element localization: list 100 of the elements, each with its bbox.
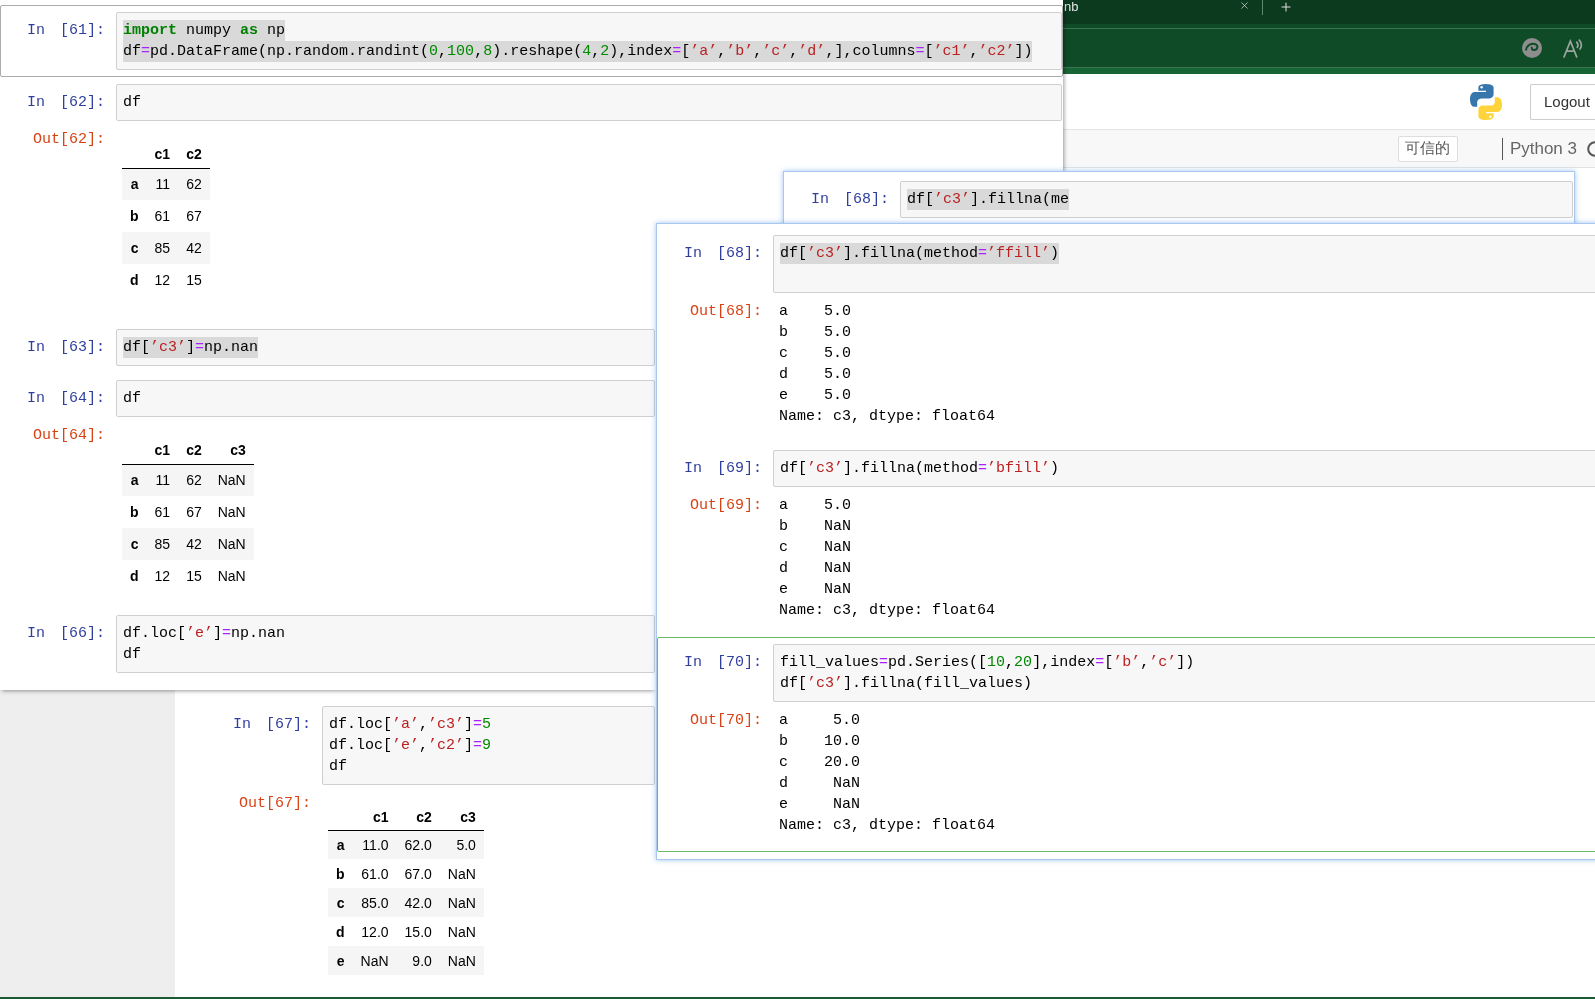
row-label: a [328,830,353,859]
output-line: Name: c3, dtype: float64 [779,601,996,621]
table-cell: 12 [146,560,179,592]
plus-icon[interactable] [1279,0,1293,14]
row-label: c [328,888,353,917]
close-icon[interactable] [1239,0,1250,11]
row-label: b [122,200,147,232]
output-prompt: Out[67]: [239,794,311,814]
logout-button[interactable]: Logout [1530,83,1595,120]
output-prompt: Out[62]: [33,130,105,150]
table-cell: 85 [146,528,179,560]
row-label: a [122,464,147,496]
code-line: df.loc[’e’,’c2’]=9 [329,736,492,756]
output-line: c NaN [779,538,851,558]
table-cell: 62 [178,168,210,200]
code-line: fill_values=pd.Series([10,20],index=[’b’,’c’]) [780,653,1195,673]
code-editor[interactable]: df.loc[’e’]=np.nan df [116,615,655,673]
table-cell: 62 [178,464,210,496]
table-cell: 61 [146,496,179,528]
code-line: df [123,645,141,665]
row-label: d [122,264,147,296]
code-line: df.loc[’e’]=np.nan [123,624,286,644]
table-cell: 61 [146,200,179,232]
output-line: d NaN [779,774,860,794]
output-line: e 5.0 [779,386,851,406]
code-editor[interactable]: df [116,380,655,417]
table-cell: 67 [178,200,210,232]
table-cell: NaN [209,528,254,560]
python-logo-icon [1470,83,1502,120]
code-line: df[’c3’].fillna(method=’bfill’) [780,459,1060,479]
output-prompt: Out[70]: [690,711,762,731]
table-cell: 12.0 [352,917,397,946]
input-prompt: In [63]: [27,338,105,358]
column-header: c3 [439,805,484,830]
table-cell: 11 [146,464,179,496]
input-prompt: In [68]: [684,244,762,264]
output-line: c 5.0 [779,344,851,364]
output-line: d 5.0 [779,365,851,385]
code-editor[interactable]: df [116,84,1062,121]
output-line: a 5.0 [779,496,851,516]
trusted-indicator[interactable]: 可信的 [1397,135,1458,162]
code-line: df [329,757,347,777]
table-cell: NaN [439,888,484,917]
table-cell: NaN [209,496,254,528]
tab-title[interactable]: nb [1064,0,1079,13]
table-cell: 42 [178,528,210,560]
table-cell: 15 [178,560,210,592]
table-cell: 9.0 [396,946,440,975]
code-line: df [123,389,141,409]
table-cell: 62.0 [396,830,440,859]
code-editor[interactable]: import numpy as np df=pd.DataFrame(np.random.randint(0,100,8).reshape(4,2),index=[’a’,’b’,’c’,’d’,],columns=[’c1’,’c2’]) [116,12,1062,70]
code-editor[interactable]: df[’c3’].fillna(me [900,181,1573,218]
table-cell: NaN [352,946,397,975]
output-line: c 20.0 [779,753,860,773]
table-cell: 61.0 [352,859,397,888]
code-line: df.loc[’a’,’c3’]=5 [329,715,492,735]
table-cell: NaN [439,946,484,975]
table-cell: NaN [439,859,484,888]
code-editor[interactable]: fill_values=pd.Series([10,20],index=[’b’,’c’]) df[’c3’].fillna(fill_values) [773,644,1595,702]
column-header: c1 [146,437,179,464]
row-label: b [328,859,353,888]
column-header: c2 [396,805,440,830]
code-editor[interactable]: df[’c3’].fillna(method=’bfill’) [773,450,1595,487]
code-editor[interactable]: df.loc[’a’,’c3’]=5 df.loc[’e’,’c2’]=9 df [322,706,655,785]
input-prompt: In [66]: [27,624,105,644]
code-line: df[’c3’].fillna(fill_values) [780,674,1033,694]
output-prompt: Out[68]: [690,302,762,322]
row-label: b [122,496,147,528]
table-cell: 42.0 [396,888,440,917]
letter-a-sound-waves-icon[interactable] [1563,38,1583,58]
output-line: e NaN [779,795,860,815]
output-line: e NaN [779,580,851,600]
table-cell: 11 [146,168,179,200]
row-label: d [328,917,353,946]
table-cell: NaN [209,464,254,496]
code-line: df [123,93,141,113]
table-cell: 15 [178,264,210,296]
table-cell: 67 [178,496,210,528]
kernel-name: Python 3 [1501,137,1577,160]
row-label: c [122,528,147,560]
input-prompt: In [67]: [233,715,311,735]
row-label: a [122,168,147,200]
code-editor[interactable]: df[’c3’].fillna(method=’ffill’) [773,235,1595,293]
table-cell: NaN [209,560,254,592]
table-cell: 5.0 [439,830,484,859]
output-prompt: Out[64]: [33,426,105,446]
input-prompt: In [68]: [811,190,889,210]
row-label: e [328,946,353,975]
code-editor[interactable]: df[’c3’]=np.nan [116,329,655,366]
table-cell: 85 [146,232,179,264]
output-line: b 10.0 [779,732,860,752]
output-line: d NaN [779,559,851,579]
table-cell: 15.0 [396,917,440,946]
table-cell: NaN [439,917,484,946]
input-prompt: In [70]: [684,653,762,673]
output-line: Name: c3, dtype: float64 [779,407,996,427]
input-prompt: In [61]: [27,21,105,41]
row-label: c [122,232,147,264]
table-cell: 12 [146,264,179,296]
swirl-icon[interactable] [1522,38,1542,58]
